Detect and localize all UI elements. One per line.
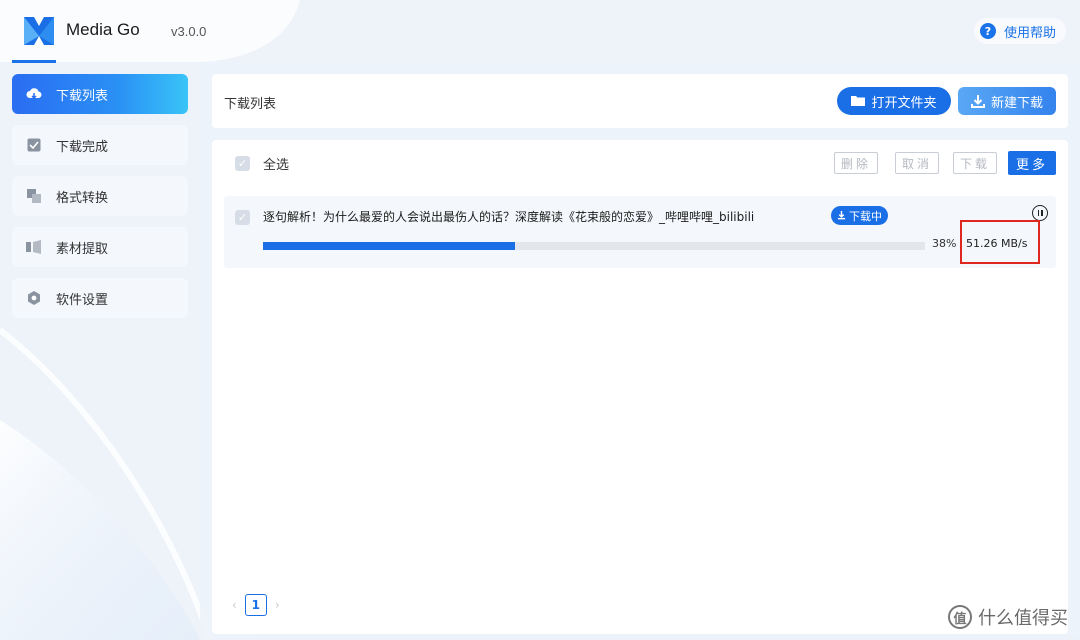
new-download-button[interactable]: 新建下载 [958,87,1056,115]
sidebar-item-material-extract[interactable]: 素材提取 [12,227,188,267]
sidebar: 下载列表 下载完成 格式转换 素材提取 软件设置 [12,74,188,329]
app-version: v3.0.0 [171,24,207,39]
sidebar-item-format-convert[interactable]: 格式转换 [12,176,188,216]
more-button[interactable]: 更多 [1008,151,1056,175]
watermark-icon: 值 [948,605,972,629]
app-logo [24,17,54,45]
app-name: Media Go [66,20,140,39]
download-list-card: ✓ 全选 删除 取消 下载 更多 ✓ 逐句解析！为什么最爱的人会说出最伤人的话？… [212,140,1068,634]
item-title: 逐句解析！为什么最爱的人会说出最伤人的话？深度解读《花束般的恋爱》_哔哩哔哩_b… [263,210,755,224]
sidebar-item-label: 格式转换 [56,190,109,206]
pause-icon[interactable] [1032,205,1048,221]
speed-highlight-box [960,220,1040,264]
help-label: 使用帮助 [1003,25,1056,41]
sidebar-item-download-list[interactable]: 下载列表 [12,74,188,114]
title-bar: Media Go v3.0.0 ? 使用帮助 [0,0,1080,63]
sidebar-item-completed[interactable]: 下载完成 [12,125,188,165]
check-square-icon [26,137,42,153]
new-download-label: 新建下载 [990,95,1043,111]
sidebar-item-label: 下载列表 [56,88,109,104]
sidebar-item-settings[interactable]: 软件设置 [12,278,188,318]
convert-icon [26,188,42,204]
download-icon [970,95,985,108]
header-card: 下载列表 打开文件夹 新建下载 [212,74,1068,128]
download-icon [837,211,846,220]
folder-icon [851,96,866,106]
cloud-download-icon [26,86,42,102]
sidebar-item-label: 素材提取 [56,241,109,257]
download-button[interactable]: 下载 [953,152,997,174]
status-label: 下载中 [849,209,882,223]
open-folder-label: 打开文件夹 [871,95,937,111]
download-item[interactable]: ✓ 逐句解析！为什么最爱的人会说出最伤人的话？深度解读《花束般的恋爱》_哔哩哔哩… [224,196,1056,268]
extract-icon [26,239,42,255]
page-number[interactable]: 1 [244,594,267,616]
delete-button[interactable]: 删除 [834,152,878,174]
question-circle-icon: ? [979,23,996,39]
page-title: 下载列表 [224,97,277,112]
next-page-button[interactable]: › [275,598,280,612]
sidebar-item-label: 下载完成 [56,139,109,155]
prev-page-button[interactable]: ‹ [232,598,237,612]
sidebar-item-label: 软件设置 [56,292,109,308]
status-badge: 下载中 [831,206,888,225]
logo-underline [12,60,56,63]
progress-fill [263,242,515,250]
watermark-text: 什么值得买 [978,608,1068,629]
help-button[interactable]: ? 使用帮助 [973,18,1066,44]
select-all-label: 全选 [263,158,290,173]
watermark: 值 什么值得买 [948,604,1068,630]
progress-bar [263,242,925,250]
item-checkbox[interactable]: ✓ [235,210,250,225]
cancel-button[interactable]: 取消 [895,152,939,174]
progress-percent: 38% [932,237,957,250]
open-folder-button[interactable]: 打开文件夹 [837,87,951,115]
select-all[interactable]: ✓ 全选 [235,154,289,173]
select-all-checkbox[interactable]: ✓ [235,156,250,171]
pagination: ‹ 1 › [232,594,280,616]
main-panel: 下载列表 打开文件夹 新建下载 ✓ 全选 删除 取消 下载 更多 ✓ 逐句解析！… [200,62,1080,640]
gear-icon [26,290,42,306]
